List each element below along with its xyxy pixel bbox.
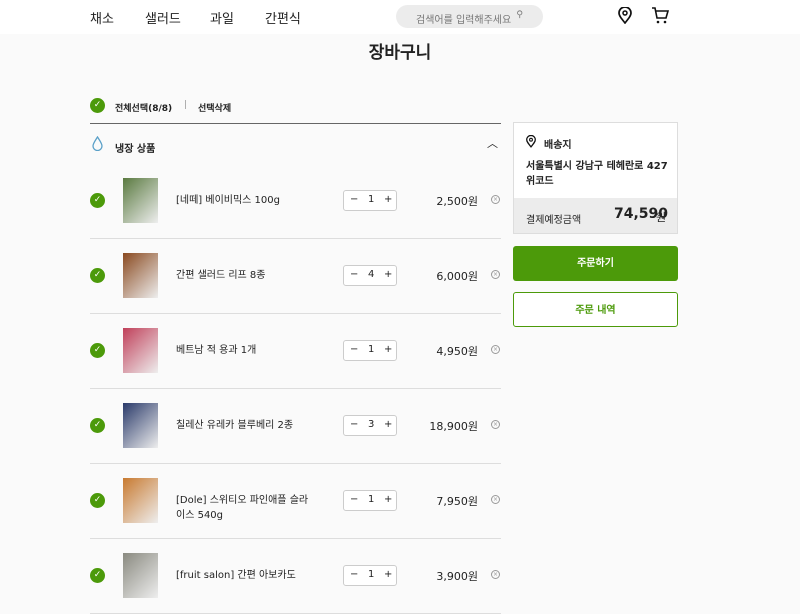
item-checkbox[interactable]: ✓ xyxy=(90,493,105,508)
location-icon xyxy=(526,135,536,148)
product-image[interactable] xyxy=(123,328,158,373)
product-image[interactable] xyxy=(123,478,158,523)
increase-button[interactable]: + xyxy=(384,419,392,430)
row-divider xyxy=(90,463,501,464)
select-all-label[interactable]: 전체선택(8/8) xyxy=(115,101,172,114)
remove-item-icon[interactable]: × xyxy=(491,195,500,204)
quantity-stepper: − 1 + xyxy=(343,190,397,211)
quantity-value: 3 xyxy=(368,419,375,430)
quantity-stepper: − 1 + xyxy=(343,565,397,586)
remove-item-icon[interactable]: × xyxy=(491,420,500,429)
item-checkbox[interactable]: ✓ xyxy=(90,418,105,433)
header: 채소 샐러드 과일 간편식 검색어를 입력해주세요 ⚲ xyxy=(0,0,800,34)
search-icon[interactable]: ⚲ xyxy=(516,10,523,20)
location-icon[interactable] xyxy=(618,7,632,24)
quantity-value: 1 xyxy=(368,344,375,355)
product-image[interactable] xyxy=(123,553,158,598)
divider: | xyxy=(184,100,188,110)
page-title: 장바구니 xyxy=(368,43,432,63)
item-price: 6,000원 xyxy=(436,270,478,283)
total-currency: 원 xyxy=(656,211,667,224)
product-name[interactable]: 칠레산 유레카 블루베리 2종 xyxy=(176,418,316,433)
item-price: 4,950원 xyxy=(436,345,478,358)
quantity-value: 4 xyxy=(368,269,375,280)
quantity-stepper: − 1 + xyxy=(343,340,397,361)
nav-salad[interactable]: 샐러드 xyxy=(145,8,181,27)
product-name[interactable]: [fruit salon] 간편 아보카도 xyxy=(176,568,316,583)
summary-box: 배송지 서울특별시 강남구 테헤란로 427 위코드 결제예정금액 74,590… xyxy=(513,122,678,234)
order-history-button[interactable]: 주문 내역 xyxy=(513,292,678,327)
nav-simple-meal[interactable]: 간편식 xyxy=(265,8,301,27)
product-name[interactable]: [Dole] 스위티오 파인애플 슬라이스 540g xyxy=(176,493,316,523)
quantity-value: 1 xyxy=(368,194,375,205)
quantity-stepper: − 1 + xyxy=(343,490,397,511)
water-drop-icon xyxy=(92,136,103,151)
nav-fruit[interactable]: 과일 xyxy=(210,8,234,27)
section-divider xyxy=(90,123,501,124)
section-title: 냉장 상품 xyxy=(115,144,156,155)
decrease-button[interactable]: − xyxy=(350,344,358,355)
select-all-checkbox[interactable]: ✓ xyxy=(90,98,105,113)
increase-button[interactable]: + xyxy=(384,494,392,505)
row-divider xyxy=(90,388,501,389)
search-placeholder: 검색어를 입력해주세요 xyxy=(416,15,512,26)
item-checkbox[interactable]: ✓ xyxy=(90,568,105,583)
decrease-button[interactable]: − xyxy=(350,494,358,505)
search-input[interactable]: 검색어를 입력해주세요 ⚲ xyxy=(396,5,543,28)
nav-vegetables[interactable]: 채소 xyxy=(90,8,114,27)
quantity-value: 1 xyxy=(368,494,375,505)
product-name[interactable]: [네떼] 베이비믹스 100g xyxy=(176,193,316,208)
item-checkbox[interactable]: ✓ xyxy=(90,193,105,208)
total-label: 결제예정금액 xyxy=(526,215,582,226)
delivery-address: 서울특별시 강남구 테헤란로 427 위코드 xyxy=(526,161,668,187)
decrease-button[interactable]: − xyxy=(350,269,358,280)
quantity-stepper: − 4 + xyxy=(343,265,397,286)
item-checkbox[interactable]: ✓ xyxy=(90,343,105,358)
delete-selected-button[interactable]: 선택삭제 xyxy=(198,101,231,114)
item-price: 7,950원 xyxy=(436,495,478,508)
remove-item-icon[interactable]: × xyxy=(491,270,500,279)
increase-button[interactable]: + xyxy=(384,344,392,355)
remove-item-icon[interactable]: × xyxy=(491,345,500,354)
increase-button[interactable]: + xyxy=(384,269,392,280)
decrease-button[interactable]: − xyxy=(350,194,358,205)
remove-item-icon[interactable]: × xyxy=(491,495,500,504)
item-price: 18,900원 xyxy=(429,420,478,433)
row-divider xyxy=(90,313,501,314)
product-image[interactable] xyxy=(123,253,158,298)
row-divider xyxy=(90,538,501,539)
cart-icon[interactable] xyxy=(651,6,669,24)
product-image[interactable] xyxy=(123,178,158,223)
product-image[interactable] xyxy=(123,403,158,448)
quantity-stepper: − 3 + xyxy=(343,415,397,436)
product-name[interactable]: 간편 샐러드 리프 8종 xyxy=(176,268,316,283)
item-checkbox[interactable]: ✓ xyxy=(90,268,105,283)
delivery-label: 배송지 xyxy=(544,140,572,151)
row-divider xyxy=(90,238,501,239)
product-name[interactable]: 베트남 적 용과 1개 xyxy=(176,343,316,358)
order-button[interactable]: 주문하기 xyxy=(513,246,678,281)
item-price: 3,900원 xyxy=(436,570,478,583)
increase-button[interactable]: + xyxy=(384,194,392,205)
collapse-chevron-icon[interactable]: ︿ xyxy=(487,135,498,151)
decrease-button[interactable]: − xyxy=(350,419,358,430)
item-price: 2,500원 xyxy=(436,195,478,208)
